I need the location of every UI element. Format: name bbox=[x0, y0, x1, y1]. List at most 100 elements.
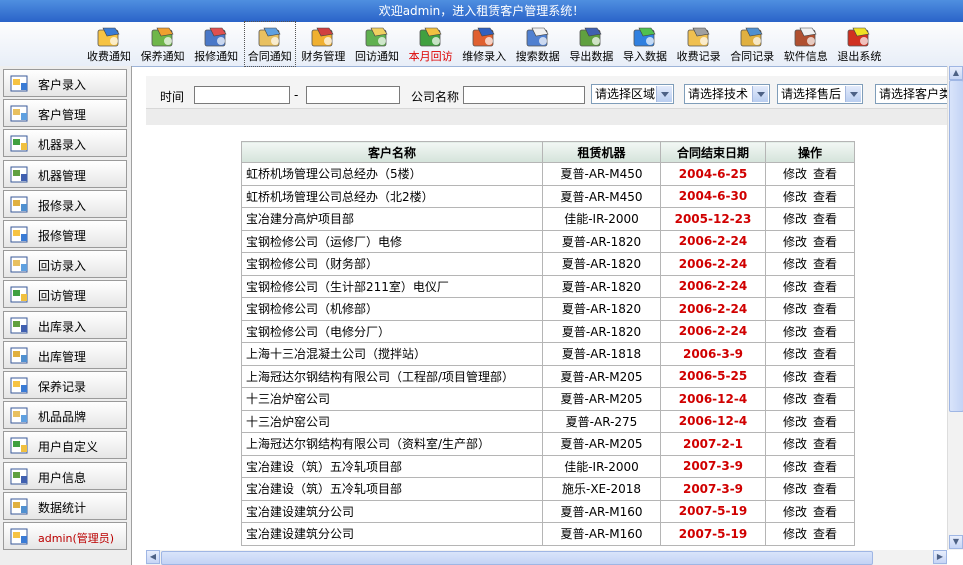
cell-operation: 修改 查看 bbox=[765, 432, 855, 456]
edit-link[interactable]: 修改 bbox=[783, 505, 807, 519]
aftersale-select[interactable]: 请选择售后 bbox=[777, 84, 863, 104]
cell-contract-end: 2004-6-25 bbox=[660, 162, 766, 186]
sidebar-item-admin[interactable]: admin(管理员) bbox=[3, 522, 127, 550]
tool-search-data[interactable]: 搜索数据 bbox=[513, 22, 563, 66]
sidebar-item-statistics[interactable]: 数据统计 bbox=[3, 491, 127, 520]
cell-operation: 修改 查看 bbox=[765, 364, 855, 388]
tool-repair-notice[interactable]: 报修通知 bbox=[191, 22, 241, 66]
tool-import-data[interactable]: 导入数据 bbox=[620, 22, 670, 66]
sidebar-item-outbound-manage[interactable]: 出库管理 bbox=[3, 340, 127, 369]
fee-record-icon bbox=[674, 24, 724, 50]
tool-finance[interactable]: 财务管理 bbox=[298, 22, 348, 66]
edit-link[interactable]: 修改 bbox=[783, 190, 807, 204]
view-link[interactable]: 查看 bbox=[813, 437, 837, 451]
tool-contract-notice[interactable]: 合同通知 bbox=[243, 21, 296, 67]
cell-machine: 夏普-AR-1820 bbox=[542, 229, 661, 253]
cell-contract-end: 2007-2-1 bbox=[660, 432, 766, 456]
sidebar-item-visit-entry[interactable]: 回访录入 bbox=[3, 250, 127, 279]
home-icon bbox=[781, 24, 831, 50]
tool-visit-notice[interactable]: 回访通知 bbox=[352, 22, 402, 66]
view-link[interactable]: 查看 bbox=[813, 482, 837, 496]
sidebar-item-label: 客户录入 bbox=[38, 78, 87, 92]
cell-customer-name: 上海冠达尔钢结构有限公司（资料室/生产部） bbox=[241, 432, 543, 456]
region-select[interactable]: 请选择区域 bbox=[591, 84, 674, 104]
tool-export-data[interactable]: 导出数据 bbox=[566, 22, 616, 66]
view-link[interactable]: 查看 bbox=[813, 212, 837, 226]
sidebar-item-customer-entry[interactable]: 客户录入 bbox=[3, 69, 127, 97]
contract-grid-icon bbox=[245, 24, 295, 50]
edit-link[interactable]: 修改 bbox=[783, 167, 807, 181]
photo-card-icon bbox=[138, 24, 188, 50]
vertical-scrollbar[interactable]: ▲ ▼ bbox=[947, 66, 963, 550]
sidebar-item-user-custom[interactable]: 用户自定义 bbox=[3, 431, 127, 460]
scroll-left-icon[interactable]: ◀ bbox=[146, 550, 160, 564]
tool-maintenance-notice[interactable]: 保养通知 bbox=[138, 22, 188, 66]
sidebar-item-visit-manage[interactable]: 回访管理 bbox=[3, 280, 127, 309]
tool-repair-entry[interactable]: 维修录入 bbox=[459, 22, 509, 66]
edit-link[interactable]: 修改 bbox=[783, 235, 807, 249]
sidebar-item-user-info[interactable]: 用户信息 bbox=[3, 461, 127, 490]
edit-link[interactable]: 修改 bbox=[783, 325, 807, 339]
time-to-input[interactable] bbox=[306, 86, 400, 104]
tool-fee-notice[interactable]: 收费通知 bbox=[84, 22, 134, 66]
tool-exit[interactable]: 退出系统 bbox=[834, 22, 884, 66]
tool-monthly-visit[interactable]: 本月回访 bbox=[406, 22, 456, 66]
tool-software-info[interactable]: 软件信息 bbox=[781, 22, 831, 66]
export-user-icon bbox=[566, 24, 616, 50]
edit-link[interactable]: 修改 bbox=[783, 437, 807, 451]
cell-contract-end: 2007-5-19 bbox=[660, 522, 766, 546]
view-link[interactable]: 查看 bbox=[813, 527, 837, 541]
view-link[interactable]: 查看 bbox=[813, 325, 837, 339]
chevron-down-icon bbox=[656, 86, 672, 102]
view-link[interactable]: 查看 bbox=[813, 370, 837, 384]
sidebar-item-machine-entry[interactable]: 机器录入 bbox=[3, 129, 127, 158]
sidebar-item-repair-manage[interactable]: 报修管理 bbox=[3, 220, 127, 248]
edit-link[interactable]: 修改 bbox=[783, 370, 807, 384]
edit-link[interactable]: 修改 bbox=[783, 460, 807, 474]
cell-machine: 夏普-AR-M160 bbox=[542, 522, 661, 546]
edit-link[interactable]: 修改 bbox=[783, 212, 807, 226]
edit-link[interactable]: 修改 bbox=[783, 527, 807, 541]
tool-contract-record[interactable]: 合同记录 bbox=[727, 22, 777, 66]
sidebar-item-outbound-entry[interactable]: 出库录入 bbox=[3, 310, 127, 339]
view-link[interactable]: 查看 bbox=[813, 415, 837, 429]
edit-link[interactable]: 修改 bbox=[783, 415, 807, 429]
edit-link[interactable]: 修改 bbox=[783, 302, 807, 316]
col-contract-end: 合同结束日期 bbox=[660, 141, 766, 163]
sidebar-item-machine-manage[interactable]: 机器管理 bbox=[3, 159, 127, 188]
sidebar-item-brand[interactable]: 机品品牌 bbox=[3, 401, 127, 430]
edit-link[interactable]: 修改 bbox=[783, 482, 807, 496]
scroll-down-icon[interactable]: ▼ bbox=[949, 535, 963, 549]
horizontal-scroll-thumb[interactable] bbox=[161, 551, 873, 565]
view-link[interactable]: 查看 bbox=[813, 167, 837, 181]
sidebar-item-repair-entry[interactable]: 报修录入 bbox=[3, 189, 127, 218]
view-link[interactable]: 查看 bbox=[813, 460, 837, 474]
tech-select[interactable]: 请选择技术 bbox=[684, 84, 770, 104]
view-link[interactable]: 查看 bbox=[813, 235, 837, 249]
tool-fee-record[interactable]: 收费记录 bbox=[674, 22, 724, 66]
edit-link[interactable]: 修改 bbox=[783, 392, 807, 406]
table-row: 十三冶炉窑公司 夏普-AR-275 2006-12-4 修改 查看 bbox=[241, 409, 855, 433]
vertical-scroll-thumb[interactable] bbox=[949, 80, 963, 412]
scroll-right-icon[interactable]: ▶ bbox=[933, 550, 947, 564]
cell-operation: 修改 查看 bbox=[765, 297, 855, 321]
sidebar-item-customer-manage[interactable]: 客户管理 bbox=[3, 99, 127, 128]
cell-contract-end: 2006-3-9 bbox=[660, 342, 766, 366]
scroll-up-icon[interactable]: ▲ bbox=[949, 66, 963, 80]
view-link[interactable]: 查看 bbox=[813, 190, 837, 204]
time-from-input[interactable] bbox=[194, 86, 290, 104]
sidebar-item-maintenance-record[interactable]: 保养记录 bbox=[3, 371, 127, 399]
view-link[interactable]: 查看 bbox=[813, 505, 837, 519]
view-link[interactable]: 查看 bbox=[813, 347, 837, 361]
company-input[interactable] bbox=[463, 86, 585, 104]
edit-link[interactable]: 修改 bbox=[783, 347, 807, 361]
view-link[interactable]: 查看 bbox=[813, 302, 837, 316]
view-link[interactable]: 查看 bbox=[813, 257, 837, 271]
view-link[interactable]: 查看 bbox=[813, 280, 837, 294]
view-link[interactable]: 查看 bbox=[813, 392, 837, 406]
time-separator: - bbox=[294, 88, 299, 102]
edit-link[interactable]: 修改 bbox=[783, 257, 807, 271]
horizontal-scrollbar[interactable]: ◀ ▶ bbox=[146, 550, 947, 565]
cell-operation: 修改 查看 bbox=[765, 522, 855, 546]
edit-link[interactable]: 修改 bbox=[783, 280, 807, 294]
